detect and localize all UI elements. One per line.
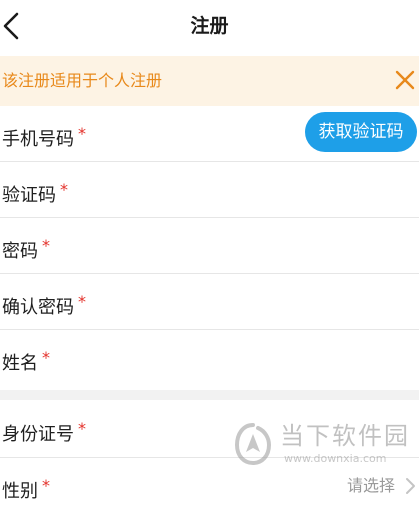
code-input[interactable] <box>130 172 294 208</box>
notice-text: 该注册适用于个人注册 <box>2 71 163 90</box>
password-label: 密码 <box>2 241 38 262</box>
phone-input[interactable] <box>130 116 294 152</box>
name-input[interactable] <box>130 340 294 376</box>
name-label: 姓名 <box>2 353 38 374</box>
phone-label: 手机号码 <box>2 129 74 150</box>
section-divider <box>0 390 419 400</box>
name-row: 姓名 * <box>0 330 419 390</box>
chevron-right-icon <box>406 478 415 494</box>
gender-select[interactable]: 请选择 <box>347 458 395 514</box>
id-number-row: 身份证号 * <box>0 400 419 458</box>
password-input[interactable] <box>130 228 294 264</box>
required-mark: * <box>60 180 68 199</box>
required-mark: * <box>42 348 50 367</box>
confirm-password-label: 确认密码 <box>2 297 74 318</box>
gender-label: 性别 <box>2 481 38 502</box>
gender-row[interactable]: 性别 * 请选择 <box>0 458 419 514</box>
get-code-button[interactable]: 获取验证码 <box>305 112 417 152</box>
header-bar: 注册 <box>0 0 419 54</box>
required-mark: * <box>78 124 86 143</box>
confirm-password-row: 确认密码 * <box>0 274 419 330</box>
required-mark: * <box>42 236 50 255</box>
chevron-left-icon <box>3 12 19 40</box>
notice-close-button[interactable] <box>393 68 417 92</box>
close-icon <box>395 70 415 90</box>
back-button[interactable] <box>0 6 32 46</box>
page-title: 注册 <box>190 15 229 37</box>
id-number-label: 身份证号 <box>2 424 74 445</box>
confirm-password-input[interactable] <box>130 284 294 320</box>
required-mark: * <box>78 419 86 438</box>
code-row: 验证码 * <box>0 162 419 218</box>
password-row: 密码 * <box>0 218 419 274</box>
required-mark: * <box>42 476 50 495</box>
code-label: 验证码 <box>2 185 56 206</box>
notice-banner: 该注册适用于个人注册 <box>0 56 419 106</box>
id-number-input[interactable] <box>130 410 224 446</box>
required-mark: * <box>78 292 86 311</box>
